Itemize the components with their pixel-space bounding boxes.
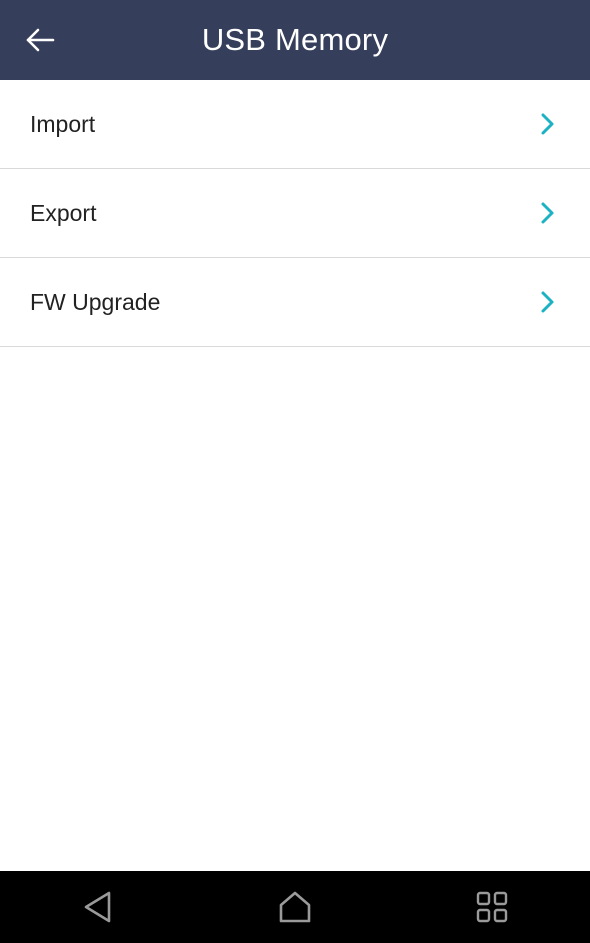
menu-item-label: Import [30, 110, 96, 137]
page-title: USB Memory [201, 22, 389, 57]
back-button[interactable] [14, 14, 66, 66]
chevron-right-icon [541, 113, 554, 135]
usb-memory-screen: USB Memory Import Export FW Upgrade [0, 0, 590, 943]
menu-item-fw-upgrade[interactable]: FW Upgrade [0, 258, 590, 347]
arrow-left-icon [26, 28, 55, 52]
home-icon [279, 891, 311, 923]
app-header: USB Memory [0, 0, 590, 80]
nav-home-button[interactable] [255, 871, 335, 943]
menu-item-label: FW Upgrade [30, 288, 161, 315]
menu-item-export[interactable]: Export [0, 169, 590, 258]
system-nav-bar [0, 871, 590, 943]
menu-item-import[interactable]: Import [0, 80, 590, 169]
usb-menu-list: Import Export FW Upgrade [0, 80, 590, 347]
apps-grid-icon [476, 891, 507, 923]
menu-item-label: Export [30, 199, 97, 226]
nav-back-button[interactable] [58, 871, 138, 943]
nav-apps-button[interactable] [452, 871, 532, 943]
back-triangle-icon [85, 891, 111, 923]
chevron-right-icon [541, 291, 554, 313]
chevron-right-icon [541, 202, 554, 224]
